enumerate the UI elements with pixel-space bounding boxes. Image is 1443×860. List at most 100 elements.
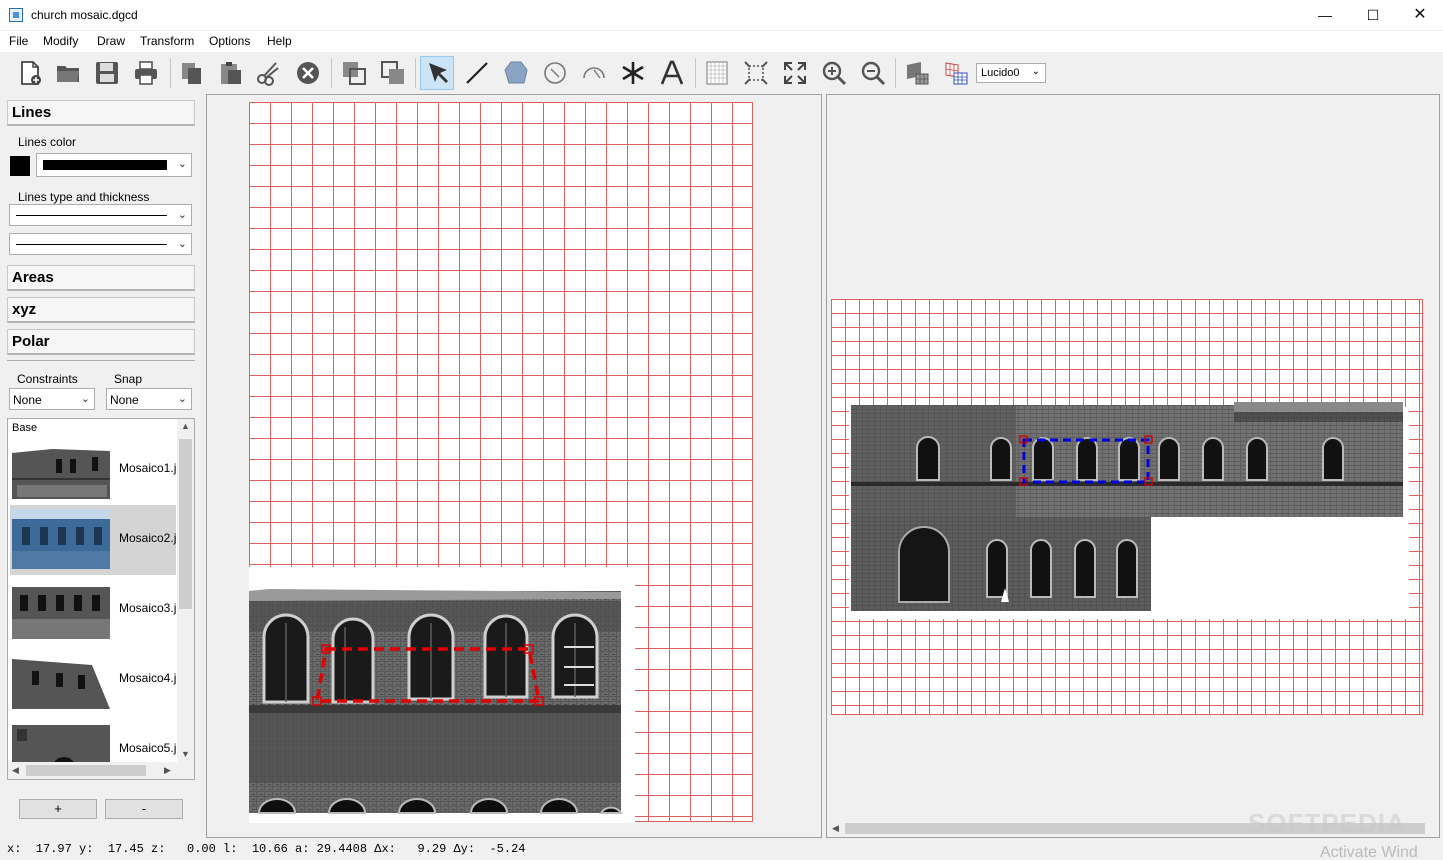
delete-icon[interactable] bbox=[291, 56, 325, 90]
chevron-left-icon[interactable]: ◀ bbox=[832, 823, 839, 834]
list-item[interactable]: Mosaico4.j bbox=[10, 645, 176, 715]
new-file-icon[interactable] bbox=[13, 56, 47, 90]
send-back-icon[interactable] bbox=[376, 56, 410, 90]
line-tool-icon[interactable] bbox=[460, 56, 494, 90]
menu-help[interactable]: Help bbox=[267, 34, 292, 48]
minimize-button[interactable]: — bbox=[1302, 0, 1348, 31]
toolbar-separator bbox=[895, 58, 896, 88]
open-folder-icon[interactable] bbox=[51, 56, 85, 90]
chevron-down-icon[interactable]: ▼ bbox=[181, 749, 190, 759]
thumbnail-label: Mosaico5.j bbox=[119, 741, 177, 755]
left-panel: Lines Lines color ⌄ Lines type and thick… bbox=[0, 94, 203, 838]
line-thickness-select[interactable]: ⌄ bbox=[9, 233, 192, 255]
activate-windows-text: Activate Wind bbox=[1320, 844, 1418, 860]
window-title: church mosaic.dgcd bbox=[31, 8, 138, 22]
list-item[interactable]: Mosaico2.j bbox=[10, 505, 176, 575]
point-tool-icon[interactable] bbox=[616, 56, 650, 90]
text-tool-icon[interactable] bbox=[655, 56, 689, 90]
app-icon bbox=[9, 8, 23, 22]
layer-select[interactable]: Lucido0 ⌄ bbox=[976, 63, 1046, 83]
mosaic-canvas[interactable]: ◀ bbox=[826, 94, 1440, 838]
constraints-value: None bbox=[13, 393, 42, 407]
remove-image-button[interactable]: - bbox=[105, 799, 183, 819]
xyz-section-button[interactable]: xyz bbox=[7, 297, 195, 323]
paste-icon[interactable] bbox=[214, 56, 248, 90]
mosaic-photo bbox=[851, 402, 1403, 611]
polygon-tool-icon[interactable] bbox=[499, 56, 533, 90]
lines-type-label: Lines type and thickness bbox=[18, 190, 150, 204]
divider bbox=[7, 360, 195, 361]
zoom-selection-icon[interactable] bbox=[739, 56, 773, 90]
circle-tool-icon[interactable] bbox=[538, 56, 572, 90]
toolbar-separator bbox=[695, 58, 696, 88]
close-button[interactable]: ✕ bbox=[1397, 0, 1443, 31]
zoom-in-icon[interactable] bbox=[817, 56, 851, 90]
chevron-down-icon: ⌄ bbox=[177, 393, 187, 405]
chevron-left-icon[interactable]: ◀ bbox=[12, 765, 19, 776]
scrollbar-thumb[interactable] bbox=[179, 439, 192, 609]
save-icon[interactable] bbox=[90, 56, 124, 90]
lines-color-label: Lines color bbox=[18, 135, 77, 149]
list-item[interactable]: Mosaico1.j bbox=[10, 435, 176, 505]
polar-section-button[interactable]: Polar bbox=[7, 329, 195, 355]
menu-bar: File Modify Draw Transform Options Help bbox=[0, 31, 1443, 52]
scrollbar-thumb[interactable] bbox=[26, 765, 146, 776]
image-list-vscrollbar[interactable]: ▲ ▼ bbox=[177, 419, 194, 763]
snap-select[interactable]: None ⌄ bbox=[106, 388, 192, 410]
image-list[interactable]: Base Mosaico1.j Mosaico2.j Mosaico3.j Mo… bbox=[7, 418, 195, 780]
cut-icon[interactable] bbox=[252, 56, 286, 90]
thumbnail-image bbox=[12, 579, 110, 639]
zoom-extents-icon[interactable] bbox=[778, 56, 812, 90]
image-list-header: Base bbox=[12, 422, 38, 434]
lines-section-button[interactable]: Lines bbox=[7, 100, 195, 126]
lines-color-select[interactable]: ⌄ bbox=[36, 153, 192, 177]
source-photo bbox=[249, 567, 635, 823]
areas-section-button[interactable]: Areas bbox=[7, 265, 195, 291]
snap-label: Snap bbox=[114, 372, 143, 386]
chevron-down-icon: ⌄ bbox=[177, 238, 187, 250]
image-list-hscrollbar[interactable]: ◀ ▶ bbox=[8, 762, 194, 779]
constraints-select[interactable]: None ⌄ bbox=[9, 388, 95, 410]
chevron-down-icon: ⌄ bbox=[177, 158, 187, 170]
chevron-down-icon: ⌄ bbox=[177, 209, 187, 221]
title-bar: church mosaic.dgcd — ☐ ✕ bbox=[0, 0, 1443, 31]
print-icon[interactable] bbox=[129, 56, 163, 90]
menu-file[interactable]: File bbox=[9, 34, 28, 48]
constraints-label: Constraints bbox=[17, 372, 78, 386]
grid-icon[interactable] bbox=[700, 56, 734, 90]
line-thickness-preview bbox=[16, 244, 167, 245]
rectify-image-icon[interactable] bbox=[900, 56, 934, 90]
menu-draw[interactable]: Draw bbox=[97, 34, 125, 48]
copy-icon[interactable] bbox=[175, 56, 209, 90]
menu-transform[interactable]: Transform bbox=[140, 34, 194, 48]
status-bar: x: 17.97 y: 17.45 z: 0.00 l: 10.66 a: 29… bbox=[0, 840, 1443, 860]
toolbar-separator bbox=[170, 58, 171, 88]
chevron-down-icon: ⌄ bbox=[80, 393, 90, 405]
select-arrow-icon[interactable] bbox=[420, 56, 454, 90]
mosaic-grid-icon[interactable] bbox=[939, 56, 973, 90]
menu-options[interactable]: Options bbox=[209, 34, 250, 48]
church-facade-photo bbox=[249, 589, 623, 814]
thumbnail-label: Mosaico3.j bbox=[119, 601, 177, 615]
thumbnail-image bbox=[12, 649, 110, 709]
toolbar-separator bbox=[331, 58, 332, 88]
layer-select-value: Lucido0 bbox=[981, 67, 1020, 79]
snap-value: None bbox=[110, 393, 139, 407]
maximize-button[interactable]: ☐ bbox=[1350, 0, 1396, 31]
softpedia-watermark: SOFTPEDIA bbox=[1248, 808, 1406, 838]
arc-tool-icon[interactable] bbox=[577, 56, 611, 90]
menu-modify[interactable]: Modify bbox=[43, 34, 78, 48]
thumbnail-image bbox=[12, 509, 110, 569]
lines-color-swatch[interactable] bbox=[10, 156, 30, 176]
toolbar bbox=[0, 52, 1443, 94]
list-item[interactable]: Mosaico3.j bbox=[10, 575, 176, 645]
zoom-out-icon[interactable] bbox=[856, 56, 890, 90]
chevron-down-icon: ⌄ bbox=[1031, 66, 1040, 77]
source-image-canvas[interactable] bbox=[206, 94, 822, 838]
add-image-button[interactable]: + bbox=[19, 799, 97, 819]
line-type-select[interactable]: ⌄ bbox=[9, 204, 192, 226]
chevron-up-icon[interactable]: ▲ bbox=[181, 421, 190, 431]
bring-front-icon[interactable] bbox=[337, 56, 371, 90]
chevron-right-icon[interactable]: ▶ bbox=[164, 765, 171, 776]
thumbnail-label: Mosaico2.j bbox=[119, 531, 177, 545]
